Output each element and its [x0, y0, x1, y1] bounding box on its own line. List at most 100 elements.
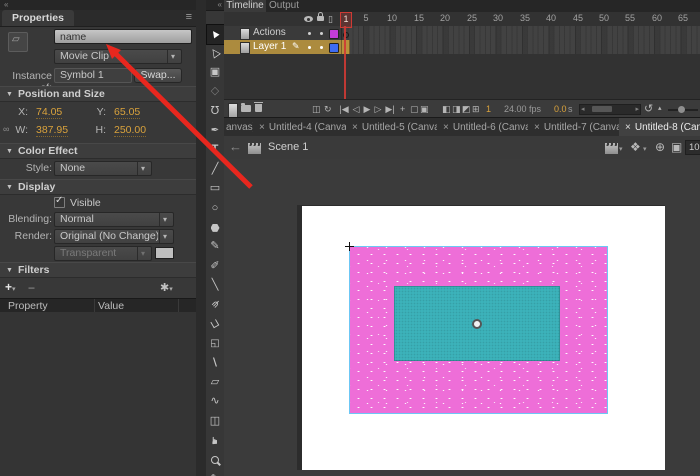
go-to-first-frame-button[interactable]: |◀ [338, 102, 350, 116]
lock-all-layers-icon[interactable] [317, 16, 324, 21]
blending-dropdown[interactable]: Normal [54, 212, 174, 227]
timeline-zoom-slider[interactable] [668, 109, 698, 111]
delete-layer-button[interactable] [255, 104, 262, 112]
section-color-effect[interactable]: ▼Color Effect [0, 143, 196, 159]
collapse-panel-icon[interactable]: « [218, 0, 222, 10]
width-tool[interactable] [206, 392, 224, 411]
collapse-panel-icon[interactable]: « [4, 0, 8, 10]
step-back-button[interactable]: ◁ [351, 102, 361, 116]
center-stage-icon[interactable]: ⊕ [655, 140, 665, 154]
document-tab-untitled-7[interactable]: ×Untitled-7 (Canvas)* [528, 118, 620, 137]
gradient-transform-tool[interactable] [206, 82, 224, 101]
symbol-type-dropdown[interactable]: Movie Clip [54, 49, 182, 64]
slider-thumb[interactable] [678, 106, 685, 113]
panel-menu-icon[interactable]: ≡ [186, 11, 192, 23]
paint-brush-tool[interactable] [206, 276, 224, 295]
frame-rate-readout[interactable]: 24.00 fps [504, 102, 541, 116]
eyedropper-tool[interactable] [206, 354, 224, 373]
selection-tool[interactable] [206, 24, 224, 43]
section-filters[interactable]: ▼Filters [0, 262, 196, 278]
loop-button[interactable]: ↻ [324, 102, 332, 116]
stage-zoom-input[interactable]: 100 [685, 140, 700, 155]
scrollbar-thumb[interactable] [592, 106, 612, 112]
rectangle-tool[interactable] [206, 179, 224, 198]
visible-checkbox[interactable] [54, 197, 65, 208]
new-folder-button[interactable] [241, 105, 251, 112]
paint-bucket-tool[interactable] [206, 315, 224, 334]
render-dropdown[interactable]: Original (No Change) [54, 229, 174, 244]
tab-timeline[interactable]: Timeline [224, 0, 266, 12]
step-forward-button[interactable]: ▷ [373, 102, 383, 116]
link-width-height-icon[interactable]: ∞ [3, 124, 9, 134]
layer-outline-color-swatch[interactable] [329, 43, 339, 53]
play-button[interactable]: ▶ [362, 102, 372, 116]
layer-row-actions[interactable]: Actions [224, 26, 341, 41]
document-tab-untitled-5[interactable]: ×Untitled-5 (Canvas)* [346, 118, 438, 137]
text-tool[interactable] [206, 140, 224, 159]
layer-visibility-dot[interactable] [308, 46, 311, 49]
section-position-and-size[interactable]: ▼Position and Size [0, 86, 196, 102]
frame-ruler[interactable]: 5 10 15 20 25 30 35 40 45 50 55 60 65 [341, 12, 700, 27]
zoom-out-triangle-icon[interactable]: ▴ [658, 102, 662, 116]
inner-rectangle[interactable] [394, 286, 560, 361]
show-hide-all-layers-icon[interactable] [304, 16, 313, 22]
close-icon[interactable]: × [534, 118, 540, 137]
modify-onion-markers-button[interactable]: ⊞ [472, 102, 480, 116]
zoom-tool[interactable] [206, 451, 224, 470]
subselection-tool[interactable] [206, 43, 224, 62]
h-value[interactable]: 250.00 [114, 124, 146, 137]
close-icon[interactable]: × [259, 118, 265, 137]
edit-symbols-icon[interactable]: ❖ [630, 140, 641, 154]
duplicate-frame-button[interactable]: ▢ [410, 102, 419, 116]
onion-skin-outlines-button[interactable]: ◨ [452, 102, 461, 116]
selected-outer-rectangle[interactable] [350, 247, 607, 413]
stage[interactable] [302, 205, 665, 470]
lasso-tool[interactable] [206, 102, 224, 121]
remove-filter-button[interactable]: − [28, 281, 35, 295]
filter-options-gear-icon[interactable]: ✱▾ [160, 281, 173, 294]
oval-tool[interactable] [206, 199, 224, 218]
column-divider[interactable] [94, 299, 95, 313]
close-icon[interactable]: × [443, 118, 449, 137]
transparent-color-swatch[interactable] [155, 247, 174, 259]
filters-table-body[interactable] [0, 312, 196, 476]
document-tab-untitled-4[interactable]: ×Untitled-4 (Canvas)* [253, 118, 347, 137]
playhead[interactable]: 1 [340, 12, 352, 28]
pencil-tool[interactable] [206, 237, 224, 256]
onion-skin-button[interactable]: ◧ [442, 102, 451, 116]
style-dropdown[interactable]: None [54, 161, 152, 176]
instance-of-field[interactable]: Symbol 1 [54, 68, 132, 83]
layer-outline-color-swatch[interactable] [329, 29, 339, 39]
polystar-tool[interactable] [206, 218, 224, 237]
ink-bottle-tool[interactable] [206, 334, 224, 353]
reset-timeline-zoom-button[interactable]: ↺ [644, 102, 653, 116]
back-arrow-icon[interactable]: ← [229, 139, 242, 154]
go-to-last-frame-button[interactable]: ▶| [384, 102, 396, 116]
w-value[interactable]: 387.95 [36, 124, 68, 137]
tab-output[interactable]: Output [266, 0, 302, 12]
modify-markers-button[interactable]: ▣ [420, 102, 429, 116]
edit-multiple-frames-button[interactable]: ◩ [462, 102, 471, 116]
pasteboard[interactable] [224, 159, 700, 476]
scroll-left-arrow-icon[interactable]: ◂ [581, 105, 585, 114]
camera-tool[interactable] [206, 412, 224, 431]
hand-tool[interactable] [206, 431, 224, 450]
document-tab-untitled-6[interactable]: ×Untitled-6 (Canvas)* [437, 118, 529, 137]
section-display[interactable]: ▼Display [0, 179, 196, 195]
scroll-right-arrow-icon[interactable]: ▸ [635, 105, 639, 114]
bone-tool[interactable] [206, 295, 224, 314]
insert-frame-button[interactable]: + [400, 102, 405, 116]
close-icon[interactable]: × [625, 118, 631, 137]
y-value[interactable]: 65.05 [114, 106, 140, 119]
add-filter-button[interactable]: +▾ [5, 280, 16, 294]
free-transform-tool[interactable] [206, 63, 224, 82]
layer-row-layer-1[interactable]: Layer 1 ✎ [224, 40, 341, 54]
document-tab-untitled-3[interactable]: anvas)* [224, 118, 254, 137]
brush-tool[interactable] [206, 257, 224, 276]
eraser-tool[interactable] [206, 373, 224, 392]
layer-lock-dot[interactable] [320, 46, 323, 49]
document-tab-untitled-8[interactable]: ×Untitled-8 (Canva [619, 118, 700, 137]
tab-properties[interactable]: Properties [2, 10, 74, 26]
clip-content-icon[interactable]: ▣ [671, 140, 682, 154]
layer-visibility-dot[interactable] [308, 32, 311, 35]
